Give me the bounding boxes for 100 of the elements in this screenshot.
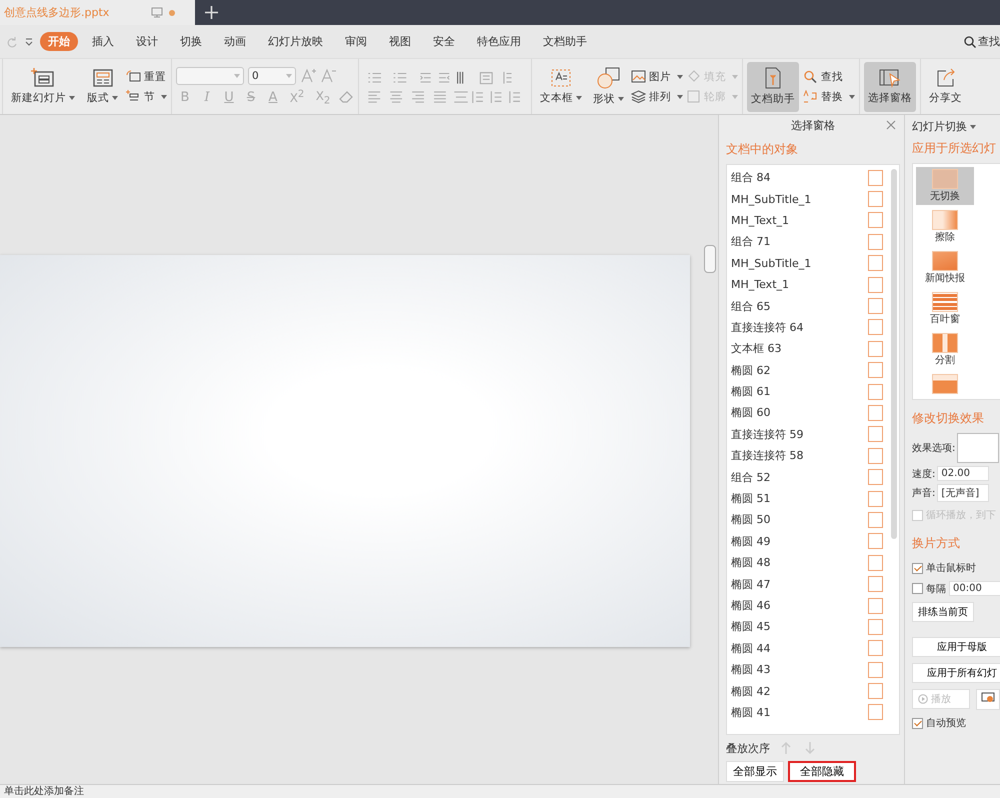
visibility-checkbox[interactable]	[868, 618, 883, 635]
visibility-checkbox[interactable]	[868, 234, 883, 250]
object-name[interactable]: 椭圆 45	[731, 619, 770, 634]
effect-options-field[interactable]	[957, 433, 1000, 463]
menu-tab[interactable]: 设计	[128, 32, 166, 51]
grow-font-icon[interactable]	[300, 68, 316, 84]
visibility-checkbox[interactable]	[868, 362, 883, 378]
selection-pane-button[interactable]: 选择窗格	[864, 62, 916, 112]
speed-field[interactable]: 02.00	[937, 466, 990, 481]
object-name[interactable]: 直接连接符 64	[731, 320, 804, 335]
visibility-checkbox[interactable]	[868, 276, 883, 293]
checkbox[interactable]	[912, 562, 923, 574]
section-button[interactable]: 节	[126, 90, 167, 104]
menu-tab[interactable]: 安全	[425, 32, 463, 51]
picture-button[interactable]: 图片	[631, 70, 683, 84]
checkbox[interactable]	[912, 718, 923, 728]
menu-tab[interactable]: 切换	[172, 32, 210, 51]
object-name[interactable]: MH_Text_1	[731, 278, 790, 292]
object-name[interactable]: 椭圆 49	[731, 534, 770, 549]
visibility-checkbox[interactable]	[868, 598, 883, 614]
object-name[interactable]: 椭圆 44	[731, 640, 770, 656]
object-name[interactable]: 椭圆 51	[731, 491, 770, 506]
rehearse-button[interactable]: 排练当前页	[912, 602, 974, 622]
shrink-font-icon[interactable]	[320, 68, 336, 84]
menu-tab[interactable]: 幻灯片放映	[260, 32, 331, 51]
visibility-checkbox[interactable]	[868, 640, 883, 656]
object-name[interactable]: 椭圆 47	[731, 576, 770, 592]
menu-tab[interactable]: 文档助手	[535, 32, 595, 51]
find-button[interactable]: 查找	[803, 70, 855, 84]
visibility-checkbox[interactable]	[868, 554, 883, 571]
visibility-checkbox[interactable]	[868, 384, 883, 400]
menu-tab[interactable]: 特色应用	[469, 32, 529, 51]
transition-option[interactable]: 分割	[916, 331, 974, 369]
menu-tab[interactable]: 审阅	[337, 32, 375, 51]
object-name[interactable]: 组合 84	[731, 170, 770, 186]
dropdown-icon[interactable]	[24, 36, 34, 46]
apply-to-all-button[interactable]: 应用于所有幻灯	[912, 663, 1000, 683]
sound-field[interactable]: [无声音]	[937, 484, 990, 502]
object-name[interactable]: 椭圆 42	[731, 684, 770, 699]
font-size-field[interactable]: 0	[248, 66, 296, 85]
object-name[interactable]: 直接连接符 58	[731, 448, 804, 464]
object-name[interactable]: 椭圆 50	[731, 512, 770, 528]
visibility-checkbox[interactable]	[868, 512, 883, 528]
object-name[interactable]: 直接连接符 59	[731, 426, 804, 442]
object-name[interactable]: 组合 52	[731, 470, 770, 485]
replace-button[interactable]: 替换	[803, 90, 855, 104]
menu-tab[interactable]: 视图	[381, 32, 419, 51]
notes-placeholder[interactable]: 单击此处添加备注	[4, 786, 84, 797]
object-name[interactable]: MH_SubTitle_1	[731, 192, 812, 206]
close-icon[interactable]	[886, 120, 896, 130]
share-button[interactable]: 分享文	[925, 62, 966, 112]
transition-option[interactable]: 擦除	[916, 208, 974, 246]
transition-option[interactable]: 无切换	[916, 167, 974, 205]
layout-button[interactable]: 版式	[83, 62, 122, 112]
pane-button[interactable]: 全部隐藏	[788, 761, 856, 782]
visibility-checkbox[interactable]	[868, 298, 883, 314]
slide-preview[interactable]	[0, 255, 690, 647]
menu-tab[interactable]: 动画	[216, 32, 254, 51]
visibility-checkbox[interactable]	[868, 170, 883, 186]
object-name[interactable]: 椭圆 61	[731, 384, 770, 400]
pane-button[interactable]: 全部显示	[726, 761, 784, 782]
reset-button[interactable]: 重置	[126, 70, 167, 84]
menu-tab[interactable]: 插入	[84, 32, 122, 51]
interval-field[interactable]: 00:00	[949, 581, 1000, 596]
object-name[interactable]: 组合 65	[731, 298, 770, 314]
document-assistant-button[interactable]: 文档助手	[747, 62, 799, 112]
object-name[interactable]: MH_Text_1	[731, 214, 790, 227]
textbox-button[interactable]: 文本框	[536, 62, 586, 112]
visibility-checkbox[interactable]	[868, 212, 883, 228]
visibility-checkbox[interactable]	[868, 490, 883, 507]
eraser-icon[interactable]	[338, 90, 354, 104]
visibility-checkbox[interactable]	[868, 426, 883, 442]
redo-icon[interactable]	[6, 36, 18, 48]
pane-title[interactable]: 幻灯片切换	[912, 119, 967, 134]
scrollbar-thumb[interactable]	[704, 245, 716, 273]
visibility-checkbox[interactable]	[868, 255, 883, 272]
visibility-checkbox[interactable]	[868, 469, 883, 486]
visibility-checkbox[interactable]	[868, 533, 883, 550]
object-name[interactable]: MH_SubTitle_1	[731, 256, 812, 270]
visibility-checkbox[interactable]	[868, 319, 883, 336]
checkbox[interactable]	[912, 583, 923, 594]
visibility-checkbox[interactable]	[868, 448, 883, 464]
visibility-checkbox[interactable]	[868, 340, 883, 357]
object-name[interactable]: 文本框 63	[731, 341, 782, 356]
visibility-checkbox[interactable]	[868, 191, 883, 208]
slideshow-button[interactable]	[976, 689, 1000, 710]
object-name[interactable]: 椭圆 62	[731, 362, 770, 378]
apply-to-master-button[interactable]: 应用于母版	[912, 637, 1000, 657]
search-command[interactable]: 查找	[978, 34, 1000, 49]
new-tab-icon[interactable]	[205, 6, 218, 19]
new-slide-button[interactable]: 新建幻灯片	[7, 62, 79, 112]
visibility-checkbox[interactable]	[868, 576, 883, 592]
visibility-checkbox[interactable]	[868, 662, 883, 678]
object-name[interactable]: 椭圆 46	[731, 598, 770, 613]
transition-option[interactable]: 百叶窗	[916, 290, 974, 328]
object-name[interactable]: 椭圆 48	[731, 555, 770, 570]
visibility-checkbox[interactable]	[868, 704, 883, 720]
transition-option[interactable]: 新闻快报	[916, 249, 974, 287]
arrange-button[interactable]: 排列	[631, 90, 683, 104]
visibility-checkbox[interactable]	[868, 683, 883, 700]
